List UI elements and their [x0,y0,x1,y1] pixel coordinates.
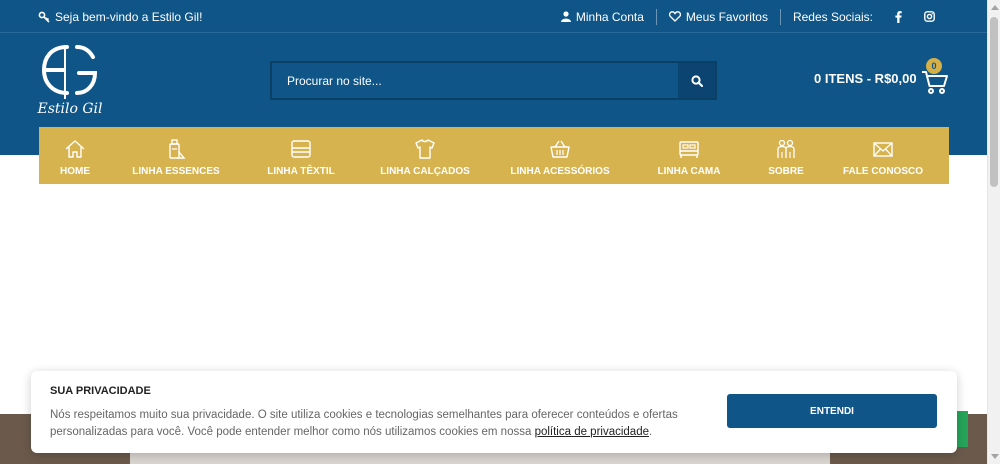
nav-label: LINHA TÊXTIL [267,166,335,177]
heart-icon [668,11,681,22]
search-bar [270,61,717,100]
favorites-label: Meus Favoritos [685,9,768,24]
top-bar: Seja bem-vindo a Estilo Gil! Minha Conta… [0,0,987,33]
site-logo[interactable]: Estilo Gil [37,41,103,121]
my-account-label: Minha Conta [575,9,644,24]
nav-label: HOME [60,166,90,177]
facebook-icon[interactable] [892,10,904,23]
scroll-up-arrow[interactable] [991,5,999,10]
key-icon [38,11,50,23]
cart-summary[interactable]: 0 ITENS - R$0,00 [814,71,917,86]
instagram-icon[interactable] [923,11,935,23]
perfume-icon [169,139,186,159]
cookie-text: Nós respeitamos muito sua privacidade. O… [50,407,690,441]
social-label: Redes Sociais: [792,9,873,24]
nav-fale-conosco[interactable]: FALE CONOSCO [825,127,941,184]
main-navigation: HOME LINHA ESSENCES LINHA TÊXTIL LINHA C… [39,127,949,184]
nav-label: FALE CONOSCO [842,166,923,177]
nav-sobre[interactable]: SOBRE [747,127,825,184]
user-icon [560,11,571,22]
nav-linha-acessorios[interactable]: LINHA ACESSÓRIOS [489,127,631,184]
basket-icon [550,140,570,158]
nav-home[interactable]: HOME [39,127,111,184]
privacy-policy-link[interactable]: política de privacidade [535,426,649,438]
people-icon [777,139,795,158]
home-icon [65,140,85,158]
towels-icon [291,140,311,158]
logo-mark-icon [41,45,98,99]
cart-count-badge: 0 [926,58,942,74]
social-links: Redes Sociais: [779,8,947,25]
scrollbar-thumb[interactable] [990,17,998,187]
nav-label: LINHA CALÇADOS [380,166,470,177]
envelope-icon [873,142,893,157]
nav-label: LINHA ACESSÓRIOS [510,166,610,177]
shirt-icon [415,139,435,159]
nav-label: SOBRE [768,166,804,177]
welcome-message: Seja bem-vindo a Estilo Gil! [38,10,202,24]
scroll-down-arrow[interactable] [991,454,999,459]
search-button[interactable] [678,63,715,98]
accept-cookies-button[interactable]: ENTENDI [727,394,937,428]
search-icon [690,74,703,87]
nav-linha-textil[interactable]: LINHA TÊXTIL [241,127,361,184]
my-account-link[interactable]: Minha Conta [549,9,656,25]
cookie-text-end: . [649,426,653,438]
nav-linha-essences[interactable]: LINHA ESSENCES [111,127,241,184]
cookie-title: SUA PRIVACIDADE [50,385,151,397]
nav-label: LINHA CAMA [657,166,721,177]
nav-label: LINHA ESSENCES [132,166,220,177]
search-input[interactable] [272,63,678,98]
nav-linha-cama[interactable]: LINHA CAMA [631,127,747,184]
cookie-consent-banner: SUA PRIVACIDADE Nós respeitamos muito su… [31,371,957,453]
bed-icon [679,141,699,158]
favorites-link[interactable]: Meus Favoritos [655,8,780,25]
welcome-text: Seja bem-vindo a Estilo Gil! [55,10,203,24]
logo-text: Estilo Gil [37,101,103,117]
page-scrollbar[interactable] [987,0,1000,464]
nav-linha-calcados[interactable]: LINHA CALÇADOS [361,127,489,184]
